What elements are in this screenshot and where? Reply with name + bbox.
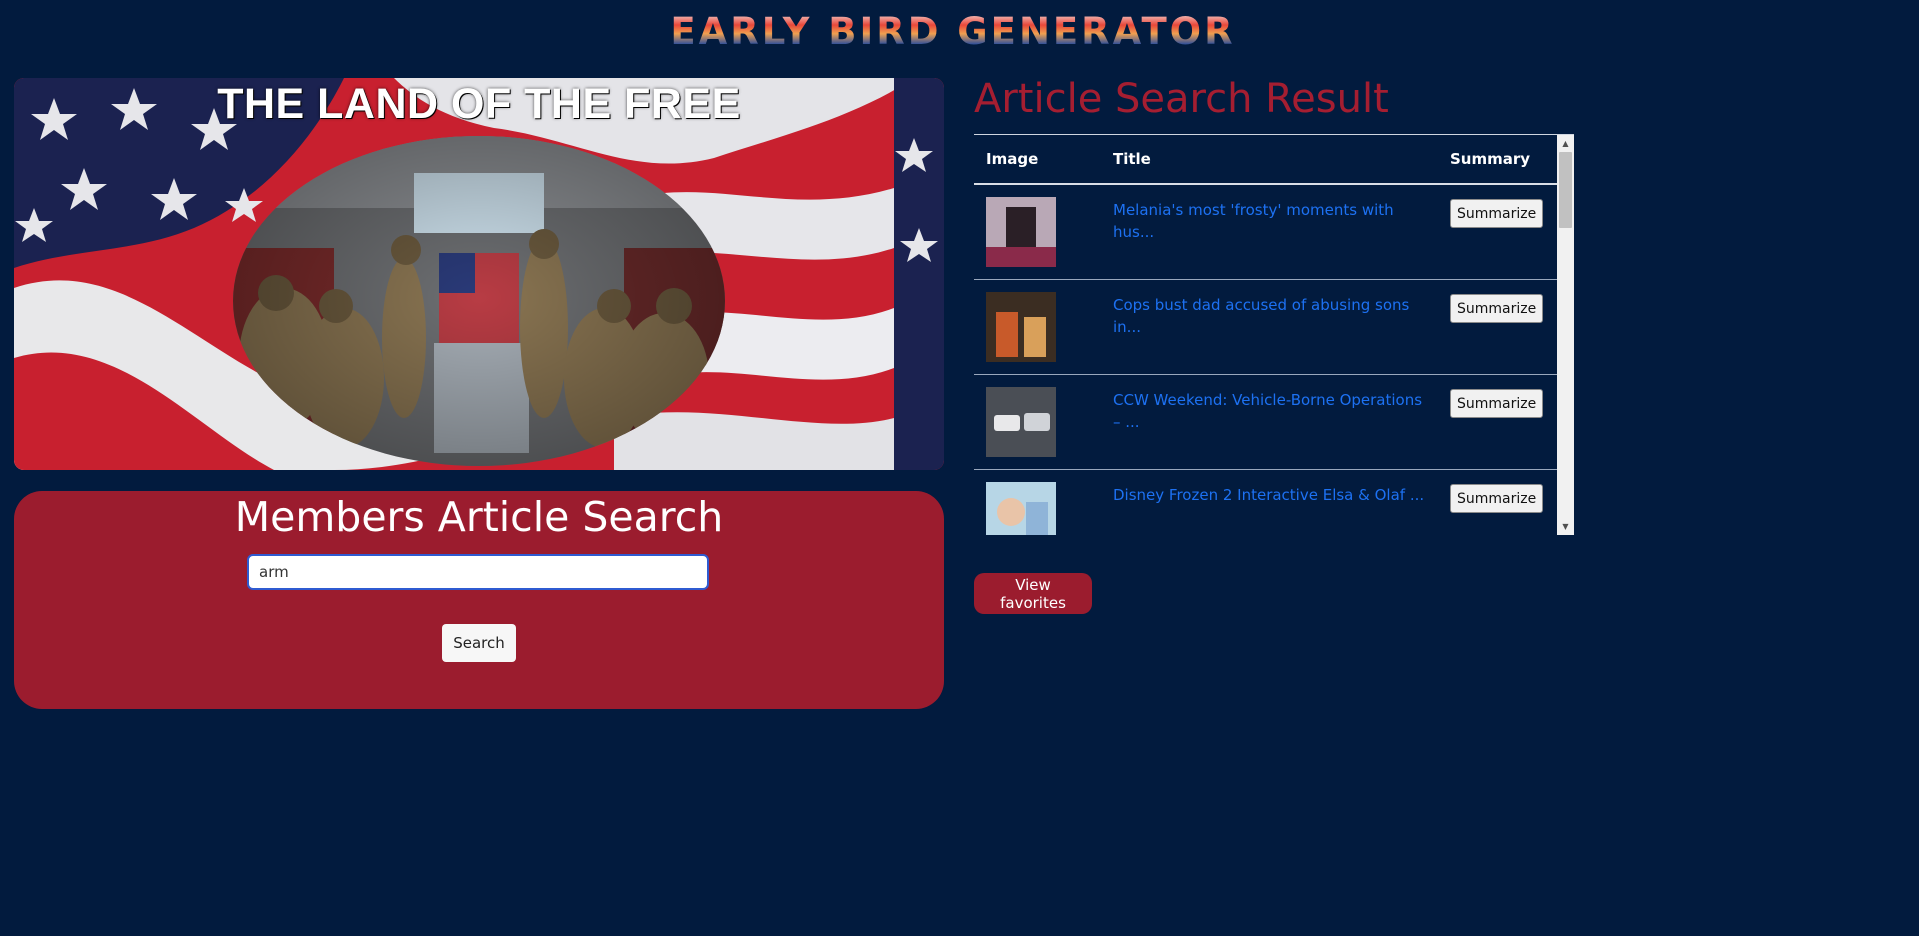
scroll-up-arrow-icon[interactable]: ▲ [1557,135,1574,152]
summarize-button[interactable]: Summarize [1450,484,1543,513]
article-title-link[interactable]: Cops bust dad accused of abusing sons in… [1113,294,1433,338]
column-header-image: Image [986,150,1039,168]
scroll-thumb[interactable] [1559,152,1572,228]
article-title-link[interactable]: CCW Weekend: Vehicle-Borne Operations – … [1113,389,1433,433]
column-header-title: Title [1113,150,1151,168]
search-heading: Members Article Search [234,493,724,541]
member-search-panel: Members Article Search Search [14,491,944,709]
article-thumbnail [986,482,1056,535]
article-thumbnail [986,387,1056,457]
summarize-button[interactable]: Summarize [1450,294,1543,323]
hero-title: THE LAND OF THE FREE [217,80,741,128]
view-favorites-button[interactable]: View favorites [974,573,1092,614]
table-row: Melania's most 'frosty' moments with hus… [974,185,1557,280]
article-title-link[interactable]: Melania's most 'frosty' moments with hus… [1113,199,1433,243]
scroll-down-arrow-icon[interactable]: ▼ [1557,518,1574,535]
table-row: CCW Weekend: Vehicle-Borne Operations – … [974,375,1557,470]
article-thumbnail [986,197,1056,267]
results-scrollbar[interactable]: ▲ ▼ [1557,135,1574,535]
table-row: Disney Frozen 2 Interactive Elsa & Olaf … [974,470,1557,535]
table-row: Cops bust dad accused of abusing sons in… [974,280,1557,375]
article-title-link[interactable]: Disney Frozen 2 Interactive Elsa & Olaf … [1113,484,1433,506]
summarize-button[interactable]: Summarize [1450,389,1543,418]
results-table: Image Title Summary Melania's most 'fros… [974,135,1557,535]
hero-banner: THE LAND OF THE FREE [14,78,944,470]
article-thumbnail [986,292,1056,362]
search-input[interactable] [247,554,709,590]
summarize-button[interactable]: Summarize [1450,199,1543,228]
results-table-container[interactable]: Image Title Summary Melania's most 'fros… [974,134,1574,535]
site-title: EARLY BIRD GENERATOR [0,10,1906,53]
search-button[interactable]: Search [442,624,516,662]
results-heading: Article Search Result [974,76,1389,122]
table-header: Image Title Summary [974,135,1557,185]
hero-flag-image [14,78,944,470]
column-header-summary: Summary [1450,150,1531,168]
